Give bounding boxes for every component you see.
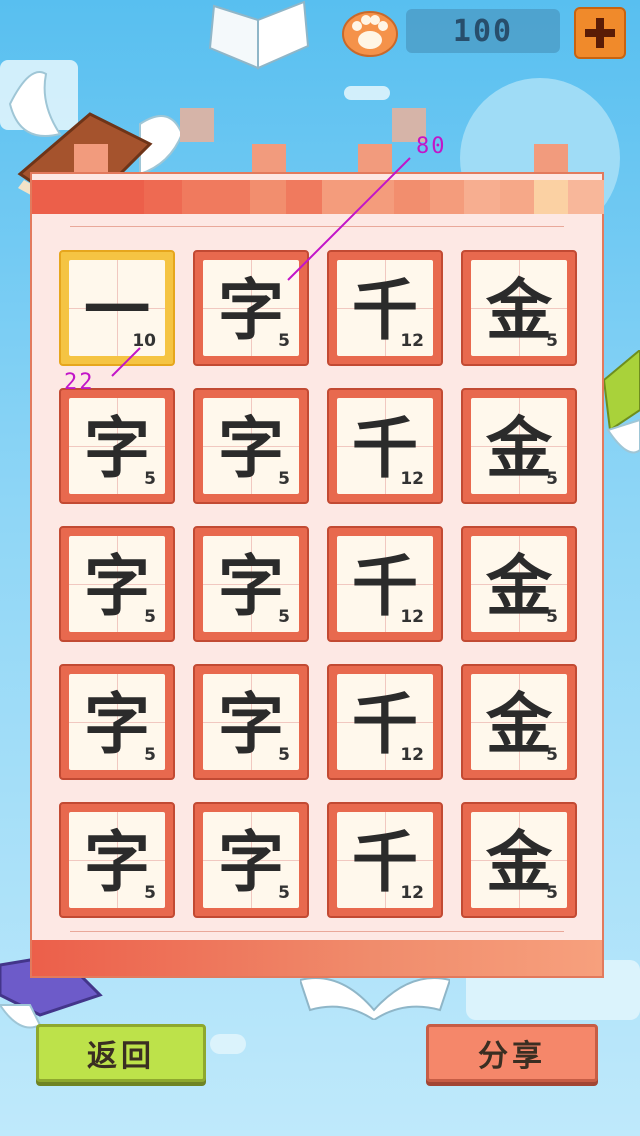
tile-face: 千 12: [337, 812, 433, 908]
tile-count: 12: [400, 883, 424, 903]
tile-count: 12: [400, 745, 424, 765]
character-tile[interactable]: 字5: [59, 664, 175, 780]
board-bottom-rule: [70, 931, 564, 932]
tile-face: 字5: [203, 536, 299, 632]
share-button[interactable]: 分享: [426, 1024, 598, 1082]
character-tile[interactable]: 金5: [461, 664, 577, 780]
tile-count: 5: [278, 745, 290, 765]
character-tile[interactable]: 千 12: [327, 802, 443, 918]
tile-count: 5: [144, 469, 156, 489]
character-tile[interactable]: 金5: [461, 802, 577, 918]
character-tile[interactable]: 字5: [193, 526, 309, 642]
annotation-label-left: 22: [64, 370, 95, 395]
annotation-line-left: [111, 347, 141, 377]
character-tile[interactable]: 千 12: [327, 664, 443, 780]
tile-count: 5: [546, 469, 558, 489]
tile-count: 5: [546, 331, 558, 351]
tile-count: 5: [144, 607, 156, 627]
tile-count: 5: [278, 469, 290, 489]
annotation-lines: [111, 157, 411, 377]
tile-count: 10: [132, 331, 156, 351]
back-button[interactable]: 返回: [36, 1024, 206, 1082]
character-tile[interactable]: 字5: [193, 664, 309, 780]
tile-face: 字5: [203, 812, 299, 908]
tile-count: 5: [278, 883, 290, 903]
tile-count: 12: [400, 469, 424, 489]
annotation-label-top: 80: [416, 134, 447, 159]
character-tile[interactable]: 千 12: [327, 526, 443, 642]
tile-count: 5: [546, 883, 558, 903]
character-tile[interactable]: 字5: [193, 802, 309, 918]
tile-count: 12: [400, 607, 424, 627]
tile-count: 5: [144, 883, 156, 903]
tile-face: 千 12: [337, 674, 433, 770]
tile-count: 5: [278, 607, 290, 627]
annotation-line-top: [287, 157, 411, 281]
tile-face: 金5: [471, 536, 567, 632]
tile-face: 字5: [69, 812, 165, 908]
tile-face: 金5: [471, 674, 567, 770]
background-cloud: [210, 1034, 246, 1054]
tile-face: 字5: [69, 674, 165, 770]
tile-count: 5: [546, 745, 558, 765]
character-tile[interactable]: 金5: [461, 526, 577, 642]
tile-count: 12: [400, 331, 424, 351]
tile-face: 字5: [203, 674, 299, 770]
board-bottom-strip: [32, 940, 602, 976]
tile-count: 5: [278, 331, 290, 351]
tile-face: 千 12: [337, 536, 433, 632]
tile-count: 5: [546, 607, 558, 627]
character-tile[interactable]: 字5: [59, 526, 175, 642]
character-tile[interactable]: 字5: [59, 802, 175, 918]
tile-count: 5: [144, 745, 156, 765]
tile-face: 金5: [471, 812, 567, 908]
tile-face: 字5: [69, 536, 165, 632]
